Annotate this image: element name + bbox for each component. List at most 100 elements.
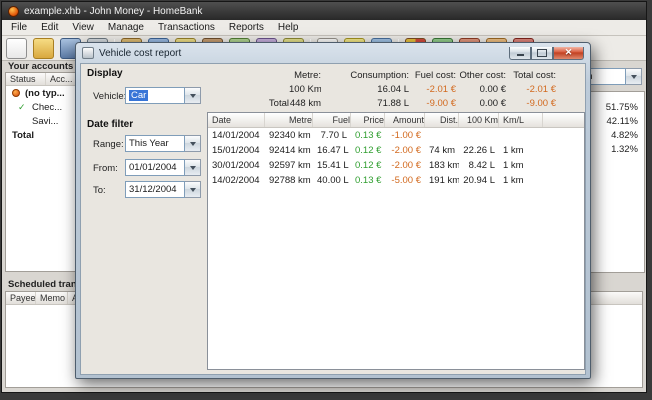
accounts-panel-title: Your accounts bbox=[8, 61, 74, 72]
percent-value: 42.11% bbox=[606, 115, 638, 127]
range-combobox-value[interactable]: This Year bbox=[125, 135, 185, 152]
date-filter-heading: Date filter bbox=[87, 119, 134, 130]
range-combobox-button[interactable] bbox=[185, 135, 201, 152]
column-amount[interactable]: Amount bbox=[385, 113, 425, 127]
from-date-button[interactable] bbox=[185, 159, 201, 176]
summary-cell: 0.00 € bbox=[479, 97, 506, 109]
summary-header-other-cost: Other cost: bbox=[459, 69, 506, 81]
dialog-window-icon bbox=[82, 47, 94, 59]
table-row[interactable]: 14/02/2004 92788 km 40.00 L 0.13 € -5.00… bbox=[208, 173, 584, 188]
vehicle-combobox[interactable]: Car bbox=[125, 87, 201, 104]
main-window-title: example.xhb - John Money - HomeBank bbox=[24, 5, 203, 17]
menu-help[interactable]: Help bbox=[271, 21, 306, 34]
vehicle-label: Vehicle: bbox=[93, 91, 127, 102]
cell: -2.00 € bbox=[391, 145, 421, 156]
cell: 191 km bbox=[429, 175, 459, 186]
chevron-down-icon bbox=[189, 141, 196, 146]
vehicle-combobox-button[interactable] bbox=[185, 87, 201, 104]
column-100km[interactable]: 100 Km bbox=[459, 113, 499, 127]
to-date-value[interactable]: 31/12/2004 bbox=[125, 181, 185, 198]
summary-header-row: Metre: Consumption: Fuel cost: Other cos… bbox=[207, 68, 556, 82]
cell: 14/02/2004 bbox=[212, 175, 260, 186]
percent-value: 51.75% bbox=[605, 101, 638, 113]
dialog-title: Vehicle cost report bbox=[99, 47, 182, 59]
cell: 0.12 € bbox=[355, 145, 382, 156]
from-date-value[interactable]: 01/01/2004 bbox=[125, 159, 185, 176]
menu-file[interactable]: File bbox=[4, 21, 34, 34]
cell: 1 km bbox=[503, 175, 524, 186]
summary-cell: Total bbox=[268, 97, 289, 109]
column-payee[interactable]: Payee bbox=[6, 292, 36, 304]
chevron-down-icon bbox=[630, 74, 637, 79]
cell: 15/01/2004 bbox=[212, 145, 260, 156]
main-titlebar[interactable]: example.xhb - John Money - HomeBank bbox=[2, 2, 646, 20]
table-row[interactable]: 15/01/2004 92414 km 16.47 L 0.12 € -2.00… bbox=[208, 143, 584, 158]
open-file-icon[interactable] bbox=[33, 37, 54, 59]
column-kml[interactable]: Km/L bbox=[499, 113, 543, 127]
from-date-field[interactable]: 01/01/2004 bbox=[125, 159, 201, 176]
cell: 92340 km bbox=[269, 130, 311, 141]
menu-reports[interactable]: Reports bbox=[222, 21, 271, 34]
column-status[interactable]: Status bbox=[6, 73, 46, 85]
to-date-button[interactable] bbox=[185, 181, 201, 198]
cell: 14/01/2004 bbox=[212, 130, 260, 141]
summary-cell: 16.04 L bbox=[377, 83, 409, 95]
column-fuel[interactable]: Fuel bbox=[313, 113, 351, 127]
dialog-titlebar[interactable]: Vehicle cost report bbox=[76, 43, 590, 63]
cell: 8.42 L bbox=[468, 160, 495, 171]
report-table: Date Metre Fuel Price Amount Dist. 100 K… bbox=[207, 112, 585, 370]
menu-view[interactable]: View bbox=[65, 21, 101, 34]
report-table-header: Date Metre Fuel Price Amount Dist. 100 K… bbox=[208, 113, 584, 128]
vehicle-combobox-value[interactable]: Car bbox=[125, 87, 185, 104]
cell: 15.41 L bbox=[317, 160, 349, 171]
column-price[interactable]: Price bbox=[351, 113, 385, 127]
vehicle-cost-report-dialog: Vehicle cost report Display Vehicle: Car… bbox=[75, 42, 591, 379]
cell: 0.13 € bbox=[355, 175, 382, 186]
cell: -2.00 € bbox=[391, 160, 421, 171]
menu-manage[interactable]: Manage bbox=[101, 21, 151, 34]
cell: 22.26 L bbox=[463, 145, 495, 156]
maximize-button[interactable] bbox=[531, 46, 553, 60]
cell: 183 km bbox=[429, 160, 459, 171]
summary-row-total: Total 448 km 71.88 L -9.00 € 0.00 € -9.0… bbox=[207, 96, 556, 110]
summary-cell: 448 km bbox=[289, 97, 321, 109]
summary-cell: -2.01 € bbox=[426, 83, 456, 95]
summary-cell: 100 Km bbox=[289, 83, 321, 95]
column-dist[interactable]: Dist. bbox=[425, 113, 459, 127]
chevron-down-icon bbox=[189, 93, 196, 98]
range-label: Range: bbox=[93, 139, 124, 150]
from-label: From: bbox=[93, 163, 118, 174]
cell: 0.12 € bbox=[355, 160, 382, 171]
check-icon bbox=[18, 102, 28, 113]
chevron-down-icon bbox=[189, 165, 196, 170]
column-memo[interactable]: Memo bbox=[36, 292, 68, 304]
summary-cell: -9.00 € bbox=[426, 97, 456, 109]
new-file-icon[interactable] bbox=[6, 37, 27, 59]
to-label: To: bbox=[93, 185, 106, 196]
cell: 92788 km bbox=[269, 175, 311, 186]
table-row[interactable]: 14/01/2004 92340 km 7.70 L 0.13 € -1.00 … bbox=[208, 128, 584, 143]
column-metre[interactable]: Metre bbox=[265, 113, 313, 127]
minimize-button[interactable] bbox=[509, 46, 531, 60]
range-combobox[interactable]: This Year bbox=[125, 135, 201, 152]
percent-value: 1.32% bbox=[611, 143, 638, 155]
summary-cell: 71.88 L bbox=[377, 97, 409, 109]
account-group-label: (no typ... bbox=[25, 87, 65, 99]
menubar: File Edit View Manage Transactions Repor… bbox=[2, 20, 646, 36]
period-combobox-button[interactable] bbox=[626, 68, 642, 85]
summary-cell: -9.00 € bbox=[526, 97, 556, 109]
cell: 1 km bbox=[503, 160, 524, 171]
cell: 16.47 L bbox=[317, 145, 349, 156]
close-button[interactable] bbox=[553, 46, 584, 60]
to-date-field[interactable]: 31/12/2004 bbox=[125, 181, 201, 198]
column-date[interactable]: Date bbox=[208, 113, 265, 127]
table-row[interactable]: 30/01/2004 92597 km 15.41 L 0.12 € -2.00… bbox=[208, 158, 584, 173]
homebank-app-icon bbox=[8, 5, 19, 17]
menu-transactions[interactable]: Transactions bbox=[151, 21, 222, 34]
menu-edit[interactable]: Edit bbox=[34, 21, 65, 34]
vehicle-selected-text: Car bbox=[129, 90, 149, 101]
summary-cell: -2.01 € bbox=[526, 83, 556, 95]
chevron-down-icon bbox=[189, 187, 196, 192]
cell: -1.00 € bbox=[391, 130, 421, 141]
cell: 7.70 L bbox=[320, 130, 347, 141]
